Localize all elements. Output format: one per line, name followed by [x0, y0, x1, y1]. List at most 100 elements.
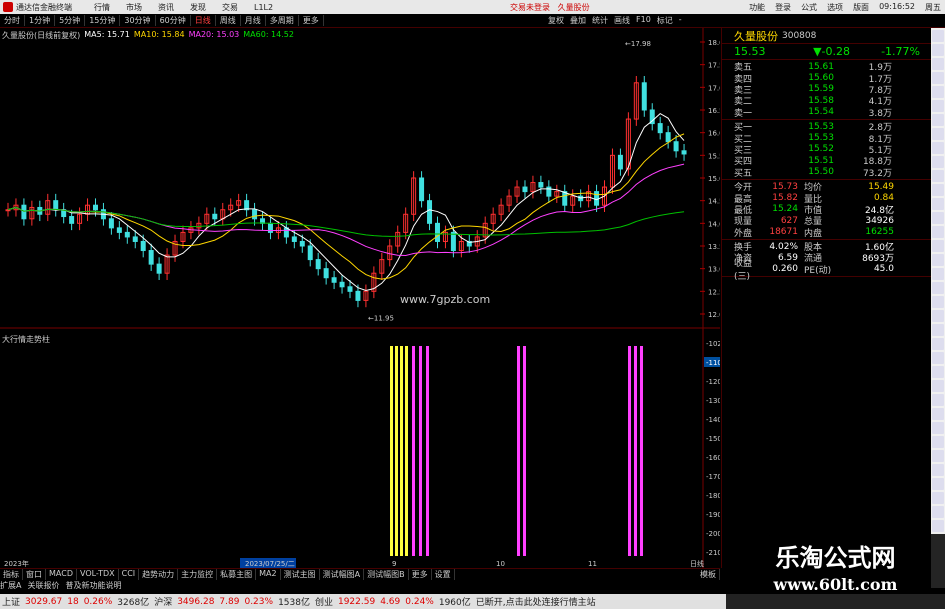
candle-body: [562, 191, 568, 206]
candle-body: [53, 200, 59, 211]
chart-canvas[interactable]: 18.00 17.50 17.00 16.50 16.00 15.50 15.00 14.50…: [0, 28, 733, 568]
tab-2[interactable]: 5分钟: [55, 15, 86, 26]
template-button[interactable]: 模板: [697, 569, 720, 580]
side-tool-icon[interactable]: [932, 268, 944, 280]
tool-button-6[interactable]: -: [679, 15, 682, 26]
tool-button-4[interactable]: F10: [636, 15, 651, 26]
title-right-item-0[interactable]: 功能: [749, 2, 765, 13]
side-tool-icon[interactable]: [932, 114, 944, 126]
side-tool-icon[interactable]: [932, 324, 944, 336]
tab-10[interactable]: 更多: [299, 15, 324, 26]
side-tool-icon[interactable]: [932, 366, 944, 378]
side-tool-icon[interactable]: [932, 408, 944, 420]
side-tool-icon[interactable]: [932, 128, 944, 140]
status-item: 18: [67, 596, 79, 607]
side-tool-icon[interactable]: [932, 170, 944, 182]
indicator-tab-10[interactable]: 测试幅图A: [320, 569, 365, 580]
menu-item-1[interactable]: 市场: [126, 3, 142, 12]
tab-1[interactable]: 1分钟: [25, 15, 56, 26]
tool-button-0[interactable]: 复权: [548, 15, 564, 26]
side-tool-icon[interactable]: [932, 240, 944, 252]
candle-body: [252, 209, 258, 220]
side-tool-icon[interactable]: [932, 520, 944, 532]
tool-button-3[interactable]: 画线: [614, 15, 630, 26]
kline-chart[interactable]: 18.00 17.50 17.00 16.50 16.00 15.50 15.00 14.50…: [0, 28, 733, 568]
side-tool-icon[interactable]: [932, 450, 944, 462]
side-tool-icon[interactable]: [932, 338, 944, 350]
side-tool-icon[interactable]: [932, 226, 944, 238]
indicator-tab-13[interactable]: 设置: [432, 569, 455, 580]
side-tool-icon[interactable]: [932, 212, 944, 224]
indicator-tab-8[interactable]: MA2: [256, 569, 281, 580]
menu-item-3[interactable]: 发现: [190, 3, 206, 12]
side-tool-icon[interactable]: [932, 100, 944, 112]
side-tool-icon[interactable]: [932, 198, 944, 210]
side-tool-icon[interactable]: [932, 310, 944, 322]
tab-0[interactable]: 分时: [0, 15, 25, 26]
side-tool-icon[interactable]: [932, 142, 944, 154]
extension-tab-0[interactable]: 扩展A: [0, 580, 21, 591]
weekday: 周五: [925, 2, 941, 12]
tab-6[interactable]: 日线: [191, 15, 216, 26]
menu-item-5[interactable]: L1L2: [254, 3, 273, 12]
indicator-tab-4[interactable]: CCI: [119, 569, 140, 580]
side-tool-icon[interactable]: [932, 422, 944, 434]
menu-item-2[interactable]: 资讯: [158, 3, 174, 12]
login-status[interactable]: 交易未登录 久量股份: [510, 2, 590, 13]
side-tool-icon[interactable]: [932, 184, 944, 196]
status-item: 上证: [2, 598, 21, 608]
title-right-item-4[interactable]: 版面: [853, 2, 869, 13]
menu-item-0[interactable]: 行情: [94, 3, 110, 12]
side-tool-icon[interactable]: [932, 282, 944, 294]
tab-7[interactable]: 周线: [216, 15, 241, 26]
indicator-tab-9[interactable]: 测试主图: [281, 569, 320, 580]
side-tool-icon[interactable]: [932, 30, 944, 42]
side-tool-icon[interactable]: [932, 72, 944, 84]
side-tool-icon[interactable]: [932, 58, 944, 70]
login-status-text[interactable]: 交易未登录: [510, 3, 550, 12]
side-tool-icon[interactable]: [932, 436, 944, 448]
tab-3[interactable]: 15分钟: [85, 15, 121, 26]
quote-header: 久量股份 300808: [722, 28, 931, 44]
quote-value: 18671: [769, 227, 798, 238]
indicator-tab-6[interactable]: 主力监控: [178, 569, 218, 580]
tool-button-1[interactable]: 叠加: [570, 15, 586, 26]
side-tool-icon[interactable]: [932, 492, 944, 504]
indicator-tab-0[interactable]: 指标: [0, 569, 23, 580]
indicator-tab-11[interactable]: 测试幅图B: [364, 569, 409, 580]
indicator-tab-12[interactable]: 更多: [409, 569, 432, 580]
side-tool-icon[interactable]: [932, 464, 944, 476]
side-tool-icon[interactable]: [932, 506, 944, 518]
tab-5[interactable]: 60分钟: [156, 15, 191, 26]
status-item[interactable]: 已断开,点击此处连接行情主站: [476, 595, 596, 608]
menu-item-4[interactable]: 交易: [222, 3, 238, 12]
extension-tab-1[interactable]: 关联报价: [27, 580, 59, 591]
tool-button-5[interactable]: 标记: [657, 15, 673, 26]
title-right-item-2[interactable]: 公式: [801, 2, 817, 13]
indicator-tab-5[interactable]: 趋势动力: [139, 569, 179, 580]
side-tool-icon[interactable]: [932, 394, 944, 406]
tab-4[interactable]: 30分钟: [120, 15, 156, 26]
side-tool-icon[interactable]: [932, 156, 944, 168]
title-right-item-1[interactable]: 登录: [775, 2, 791, 13]
side-tool-icon[interactable]: [932, 380, 944, 392]
title-right-item-3[interactable]: 选项: [827, 2, 843, 13]
indicator-tab-7[interactable]: 私募主图: [217, 569, 257, 580]
side-tool-icon[interactable]: [932, 352, 944, 364]
indicator-tab-3[interactable]: VOL-TDX: [77, 569, 119, 580]
side-tool-icon[interactable]: [932, 478, 944, 490]
side-tool-icon[interactable]: [932, 254, 944, 266]
extension-tab-2[interactable]: 普及新功能说明: [65, 580, 121, 591]
tool-button-2[interactable]: 统计: [592, 15, 608, 26]
tab-8[interactable]: 月线: [241, 15, 266, 26]
quote-stats: 今开 15.73 均价 15.49 最高 15.82 量比 0.84 最低 15.24 市值 24.8…: [722, 180, 931, 240]
indicator-tab-2[interactable]: MACD: [46, 569, 77, 580]
side-tool-icon[interactable]: [932, 44, 944, 56]
buy-label: 买五: [734, 168, 753, 179]
indicator-tab-1[interactable]: 窗口: [23, 569, 46, 580]
price-tick-label: 12.50: [708, 288, 720, 296]
side-tool-icon[interactable]: [932, 86, 944, 98]
price-tick-label: 17.00: [708, 84, 720, 92]
tab-9[interactable]: 多周期: [266, 15, 299, 26]
side-tool-icon[interactable]: [932, 296, 944, 308]
